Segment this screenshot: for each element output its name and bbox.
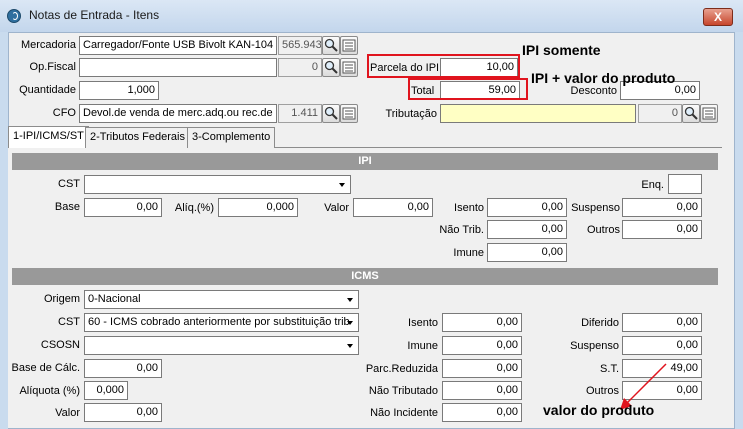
- icms-valor-field[interactable]: 0,00: [84, 403, 162, 422]
- list-icon: [342, 61, 356, 74]
- magnifier-icon: [324, 106, 338, 120]
- icms-aliquota-field[interactable]: 0,000: [84, 381, 128, 400]
- icms-aliquota-label: Alíquota (%): [19, 385, 80, 397]
- mercadoria-field[interactable]: Carregador/Fonte USB Bivolt KAN-104 -: [79, 36, 277, 55]
- ipi-enq-label: Enq.: [641, 179, 664, 191]
- magnifier-icon: [324, 38, 338, 52]
- opfiscal-search-button[interactable]: [322, 58, 340, 77]
- icms-base-field[interactable]: 0,00: [84, 359, 162, 378]
- magnifier-icon: [324, 60, 338, 74]
- icms-valor-label: Valor: [55, 407, 80, 419]
- ipi-cst-select[interactable]: [84, 175, 351, 194]
- tributacao-search-button[interactable]: [682, 104, 700, 123]
- opfiscal-code: 0: [278, 58, 322, 77]
- annotation-ipi-mais-produto: IPI + valor do produto: [531, 70, 676, 86]
- ipi-base-field[interactable]: 0,00: [84, 198, 162, 217]
- tributacao-list-button[interactable]: [700, 104, 718, 123]
- opfiscal-label: Op.Fiscal: [29, 61, 76, 73]
- tributacao-label: Tributação: [385, 108, 437, 120]
- list-icon: [342, 107, 356, 120]
- icms-naotributado-label: Não Tributado: [368, 385, 438, 397]
- ipi-valor-label: Valor: [324, 202, 349, 214]
- window-title: Notas de Entrada - Itens: [29, 8, 160, 22]
- quantidade-label: Quantidade: [19, 84, 76, 96]
- icms-parcreduzida-field[interactable]: 0,00: [442, 359, 522, 378]
- annotation-ipi-somente: IPI somente: [522, 42, 601, 58]
- icms-section-header: ICMS: [12, 268, 718, 285]
- highlight-total: [408, 78, 528, 100]
- list-icon: [702, 107, 716, 120]
- icms-diferido-field[interactable]: 0,00: [622, 313, 702, 332]
- icms-origem-label: Origem: [43, 293, 80, 305]
- app-icon: [7, 9, 21, 23]
- tributacao-code: 0: [638, 104, 682, 123]
- ipi-aliq-field[interactable]: 0,000: [218, 198, 298, 217]
- cfo-field[interactable]: Devol.de venda de merc.adq.ou rec.de: [79, 104, 277, 123]
- list-icon: [342, 39, 356, 52]
- icms-naoincidente-label: Não Incidente: [370, 407, 438, 419]
- icms-cst-select[interactable]: 60 - ICMS cobrado anteriormente por subs…: [84, 313, 359, 332]
- quantidade-field[interactable]: 1,000: [79, 81, 159, 100]
- tributacao-field[interactable]: [440, 104, 636, 123]
- icms-origem-select[interactable]: 0-Nacional: [84, 290, 359, 309]
- ipi-outros-field[interactable]: 0,00: [622, 220, 702, 239]
- tab-tributos-federais[interactable]: 2-Tributos Federais: [85, 127, 190, 148]
- annotation-valor-produto: valor do produto: [543, 402, 655, 418]
- ipi-outros-label: Outros: [586, 224, 620, 236]
- mercadoria-code: 565.943: [278, 36, 322, 55]
- icms-isento-field[interactable]: 0,00: [442, 313, 522, 332]
- mercadoria-search-button[interactable]: [322, 36, 340, 55]
- highlight-parcela-ipi: [367, 54, 520, 78]
- icms-csosn-select[interactable]: [84, 336, 359, 355]
- ipi-cst-label: CST: [58, 178, 80, 190]
- icms-isento-label: Isento: [408, 317, 438, 329]
- icms-imune-field[interactable]: 0,00: [442, 336, 522, 355]
- icms-suspenso-field[interactable]: 0,00: [622, 336, 702, 355]
- opfiscal-field[interactable]: [79, 58, 277, 77]
- ipi-isento-label: Isento: [454, 202, 484, 214]
- icms-naotributado-field[interactable]: 0,00: [442, 381, 522, 400]
- ipi-suspenso-label: Suspenso: [571, 202, 620, 214]
- mercadoria-label: Mercadoria: [20, 39, 76, 51]
- icms-diferido-label: Diferido: [581, 317, 619, 329]
- ipi-imune-label: Imune: [453, 247, 484, 259]
- ipi-naotrib-field[interactable]: 0,00: [487, 220, 567, 239]
- tab-ipi-icms-st[interactable]: 1-IPI/ICMS/ST: [8, 126, 89, 148]
- icms-naoincidente-field[interactable]: 0,00: [442, 403, 522, 422]
- cfo-search-button[interactable]: [322, 104, 340, 123]
- close-button[interactable]: X: [703, 8, 733, 26]
- ipi-valor-field[interactable]: 0,00: [353, 198, 433, 217]
- cfo-label: CFO: [52, 107, 76, 119]
- icms-imune-label: Imune: [407, 340, 438, 352]
- ipi-base-label: Base: [54, 201, 80, 213]
- ipi-aliq-label: Alíq.(%): [174, 202, 214, 214]
- cfo-list-button[interactable]: [340, 104, 358, 123]
- ipi-imune-field[interactable]: 0,00: [487, 243, 567, 262]
- icms-suspenso-label: Suspenso: [570, 340, 619, 352]
- icms-csosn-label: CSOSN: [40, 339, 80, 351]
- icms-parcreduzida-label: Parc.Reduzida: [365, 363, 438, 375]
- ipi-suspenso-field[interactable]: 0,00: [622, 198, 702, 217]
- opfiscal-list-button[interactable]: [340, 58, 358, 77]
- ipi-isento-field[interactable]: 0,00: [487, 198, 567, 217]
- magnifier-icon: [684, 106, 698, 120]
- icms-base-label: Base de Cálc.: [11, 362, 80, 374]
- mercadoria-list-button[interactable]: [340, 36, 358, 55]
- tab-complemento[interactable]: 3-Complemento: [187, 127, 276, 148]
- cfo-code: 1.411: [278, 104, 322, 123]
- icms-cst-label: CST: [58, 316, 80, 328]
- ipi-section-header: IPI: [12, 153, 718, 170]
- ipi-enq-field[interactable]: [668, 174, 702, 194]
- ipi-naotrib-label: Não Trib.: [439, 224, 484, 236]
